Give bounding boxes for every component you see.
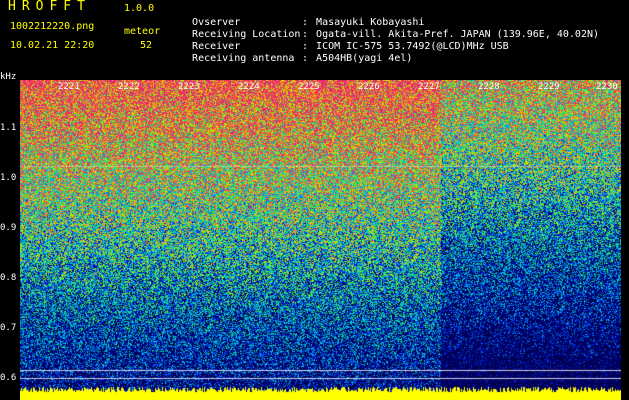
y-tick-label: 0.6: [0, 373, 17, 383]
y-tick-label: 1.0: [0, 173, 17, 183]
y-tick-label: 0.9: [0, 223, 17, 233]
y-tick-label: 0.8: [0, 273, 17, 283]
info-value: A504HB(yagi 4el): [316, 53, 413, 64]
info-row-antenna: Receiving antenna: A504HB(yagi 4el): [192, 53, 413, 64]
file-name: 1002212220.png: [10, 21, 95, 32]
y-tick-label: 1.1: [0, 123, 17, 133]
time-tick: 2230: [596, 82, 618, 92]
meteor-count: 52: [140, 40, 153, 51]
frequency-axis: kHz 1.1 1.0 0.9 0.8 0.7 0.6: [0, 70, 22, 400]
spectrogram-canvas: [20, 80, 621, 400]
mode-label: meteor: [124, 26, 161, 37]
y-tick-label: 0.7: [0, 323, 17, 333]
app-version: 1.0.0: [124, 3, 155, 14]
time-tick: 2224: [238, 82, 260, 92]
time-tick: 2225: [298, 82, 320, 92]
time-tick: 2228: [478, 82, 500, 92]
info-label: Receiving antenna: [192, 53, 295, 64]
time-tick: 2222: [118, 82, 140, 92]
app-title: HROFFT: [8, 0, 91, 14]
time-tick: 2229: [538, 82, 560, 92]
time-tick: 2221: [58, 82, 80, 92]
time-tick: 2223: [178, 82, 200, 92]
date-time: 10.02.21 22:20: [10, 40, 95, 51]
y-unit-label: kHz: [0, 72, 17, 82]
time-tick: 2227: [418, 82, 440, 92]
time-tick: 2226: [358, 82, 380, 92]
